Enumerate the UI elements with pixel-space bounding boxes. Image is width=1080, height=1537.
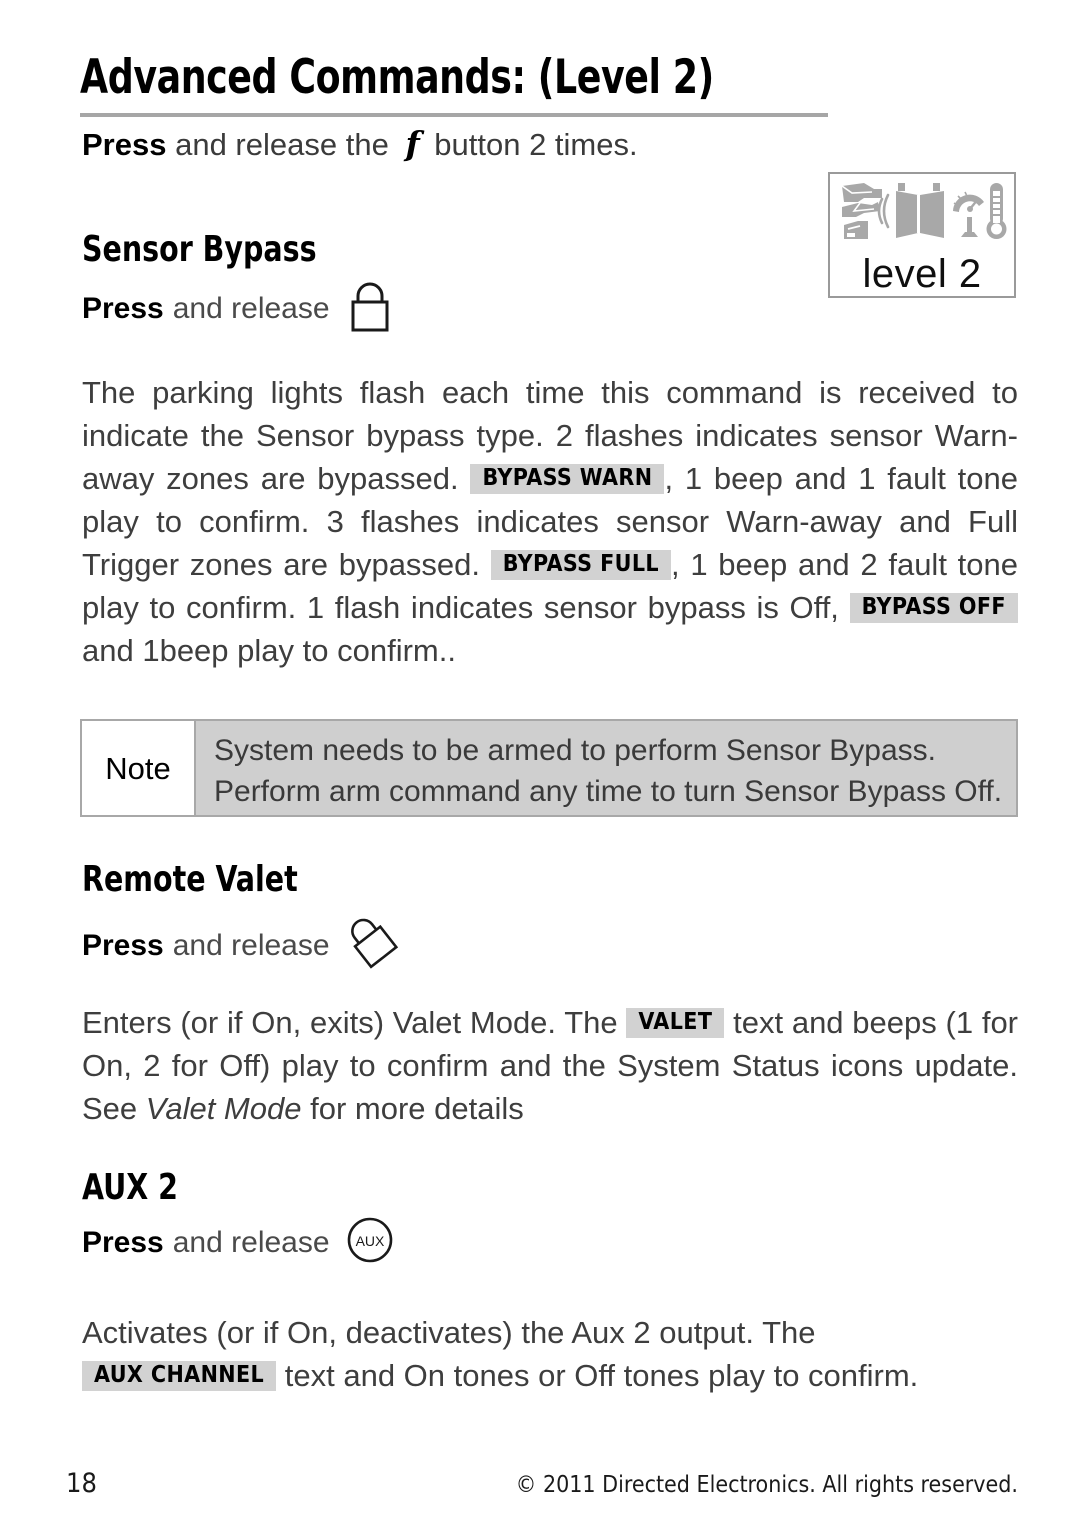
aux-button-icon: AUX	[346, 1216, 394, 1270]
remote-valet-text-3: for more details	[310, 1091, 524, 1126]
padlock-closed-icon	[346, 278, 394, 340]
badge-aux-channel: AUX CHANNEL	[82, 1361, 277, 1391]
document-page: Advanced Commands: (Level 2) Press and r…	[0, 0, 1080, 1537]
aux-2-action: Press and release AUX	[82, 1216, 1022, 1270]
gauge-icon	[953, 191, 984, 237]
remote-valet-press-label: Press	[82, 929, 164, 962]
car-trunk-icon	[842, 202, 880, 217]
title-divider	[80, 113, 828, 117]
remote-valet-body: Enters (or if On, exits) Valet Mode. The…	[82, 1001, 1018, 1130]
badge-bypass-warn: BYPASS WARN	[470, 464, 665, 494]
page-number: 18	[66, 1468, 97, 1499]
note-label-cell: Note	[82, 721, 196, 815]
remote-valet-text-1: Enters (or if On, exits) Valet Mode. The	[82, 1005, 618, 1040]
intro-press-label: Press	[82, 127, 167, 162]
sensor-bypass-action-label: and release	[172, 292, 330, 325]
f-button-icon: f	[405, 124, 420, 163]
section-aux-2: AUX 2 Press and release AUX	[82, 1170, 1022, 1270]
sensor-bypass-body: The parking lights flash each time this …	[82, 371, 1018, 672]
note-box: Note System needs to be armed to perform…	[80, 719, 1018, 817]
remote-valet-heading: Remote Valet	[82, 859, 298, 900]
note-label: Note	[105, 750, 171, 786]
aux-2-body: Activates (or if On, deactivates) the Au…	[82, 1311, 1018, 1397]
section-sensor-bypass: Sensor Bypass Press and release	[82, 232, 1022, 340]
sensor-bypass-press-label: Press	[82, 292, 164, 325]
sensor-bypass-action: Press and release	[82, 278, 1022, 340]
sensor-bypass-text-4: and 1beep play to confirm..	[82, 633, 456, 668]
door-panels-icon	[896, 183, 944, 238]
car-hood-icon	[841, 183, 882, 202]
page-footer: 18 © 2011 Directed Electronics. All righ…	[0, 1468, 1080, 1508]
badge-valet: VALET	[626, 1008, 725, 1038]
badge-bypass-full: BYPASS FULL	[490, 550, 671, 580]
aux-button-text: AUX	[355, 1233, 384, 1249]
copyright-notice: © 2011 Directed Electronics. All rights …	[515, 1472, 1018, 1498]
sensor-bypass-heading: Sensor Bypass	[82, 229, 317, 270]
intro-instruction: Press and release the f button 2 times.	[82, 124, 638, 163]
sound-wave-icon	[877, 193, 890, 229]
aux-2-text-2: text and On tones or Off tones play to c…	[284, 1358, 919, 1393]
note-line-2: Perform arm command any time to turn Sen…	[214, 775, 1003, 808]
aux-2-action-label: and release	[172, 1226, 330, 1259]
remote-valet-action-label: and release	[172, 929, 330, 962]
note-body: System needs to be armed to perform Sens…	[196, 721, 1016, 815]
aux-2-text-1: Activates (or if On, deactivates) the Au…	[82, 1315, 816, 1350]
badge-bypass-off: BYPASS OFF	[849, 593, 1018, 623]
padlock-open-icon	[346, 908, 402, 984]
remote-valet-action: Press and release	[82, 908, 1022, 984]
intro-middle-text: and release the	[175, 127, 389, 162]
remote-valet-italic-ref: Valet Mode	[145, 1091, 302, 1126]
page-title-block: Advanced Commands: (Level 2)	[80, 54, 1000, 101]
section-remote-valet: Remote Valet Press and release	[82, 862, 1022, 984]
aux-2-heading: AUX 2	[82, 1167, 178, 1208]
thermometer-icon	[986, 183, 1007, 239]
note-line-1: System needs to be armed to perform Sens…	[214, 734, 937, 767]
intro-suffix-text: button 2 times.	[434, 127, 638, 162]
page-title: Advanced Commands: (Level 2)	[80, 50, 714, 105]
aux-2-press-label: Press	[82, 1226, 164, 1259]
